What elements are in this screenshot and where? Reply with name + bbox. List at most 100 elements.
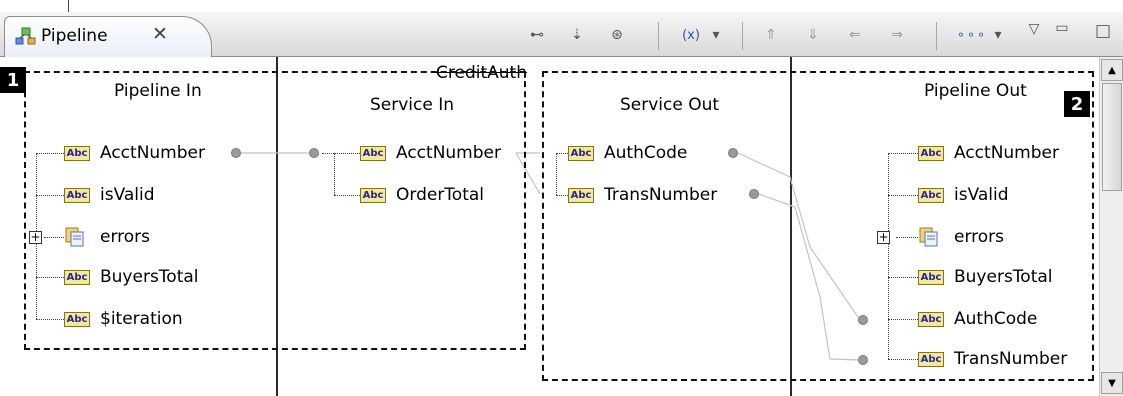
tree-connector	[556, 195, 568, 196]
view-menu-icon[interactable]: ▽	[1024, 18, 1044, 40]
string-type-icon: Abc	[64, 269, 90, 285]
minimize-icon[interactable]: ▭	[1052, 17, 1072, 39]
string-type-icon: Abc	[918, 187, 944, 203]
toolbar-separator	[936, 22, 937, 50]
field-label: AuthCode	[604, 143, 688, 163]
document-list-icon	[65, 227, 84, 247]
tree-connector	[556, 153, 557, 195]
field-label: OrderTotal	[396, 185, 485, 205]
pipeline-out-field[interactable]: Abc AcctNumber	[918, 141, 1059, 165]
toolbar-separator	[658, 22, 659, 50]
toolbar-separator	[742, 22, 743, 50]
pipeline-in-field[interactable]: Abc AcctNumber	[64, 141, 205, 165]
document-list-icon	[919, 227, 938, 247]
field-label: errors	[100, 227, 151, 247]
pipeline-in-field[interactable]: Abc isValid	[64, 183, 155, 207]
field-label: TransNumber	[604, 185, 718, 205]
service-out-heading: Service Out	[620, 95, 720, 115]
tree-connector	[36, 277, 64, 278]
tree-connector	[36, 195, 64, 196]
link-port[interactable]	[309, 148, 319, 158]
link-port[interactable]	[858, 315, 868, 325]
tree-connector	[556, 153, 568, 154]
transformer-icon[interactable]: (x)	[676, 24, 706, 46]
drop-icon[interactable]: ⊛	[606, 24, 628, 46]
pipeline-editor-panel: CreditAuth 1 Pipeline In Abc AcctNumber …	[0, 57, 1123, 396]
link-port[interactable]	[728, 148, 738, 158]
field-label: BuyersTotal	[100, 267, 199, 287]
pipeline-out-heading: Pipeline Out	[924, 81, 1027, 101]
maximize-icon[interactable]: □	[1092, 20, 1114, 42]
scroll-thumb[interactable]	[1102, 83, 1122, 191]
string-type-icon: Abc	[64, 187, 90, 203]
string-type-icon: Abc	[918, 145, 944, 161]
service-in-field[interactable]: Abc AcctNumber	[360, 141, 501, 165]
string-type-icon: Abc	[360, 187, 386, 203]
service-in-heading: Service In	[370, 95, 455, 115]
field-label: isValid	[100, 185, 155, 205]
tree-connector	[322, 153, 334, 154]
link-port[interactable]	[231, 148, 241, 158]
tree-connector	[888, 277, 918, 278]
shift-up-icon[interactable]: ⇑	[760, 24, 782, 46]
tree-connector	[888, 153, 889, 359]
string-type-icon: Abc	[918, 311, 944, 327]
pipeline-in-field[interactable]: errors	[64, 225, 150, 249]
pipeline-out-field[interactable]: Abc TransNumber	[918, 347, 1067, 371]
vertical-scrollbar[interactable]: ▲ ▼	[1099, 57, 1123, 396]
tree-connector	[334, 153, 335, 195]
link-port[interactable]	[858, 355, 868, 365]
pipeline-out-field[interactable]: Abc AuthCode	[918, 307, 1037, 331]
tree-connector	[888, 359, 918, 360]
link-port[interactable]	[749, 189, 759, 199]
field-label: AcctNumber	[954, 143, 1059, 163]
marker-1: 1	[0, 67, 26, 93]
string-type-icon: Abc	[918, 351, 944, 367]
map-value-icon[interactable]: ⇣	[566, 24, 588, 46]
tree-connector	[896, 237, 918, 238]
tree-connector	[44, 237, 64, 238]
string-type-icon: Abc	[918, 269, 944, 285]
tree-connector	[888, 319, 918, 320]
service-out-field[interactable]: Abc AuthCode	[568, 141, 687, 165]
shift-left-icon[interactable]: ⇐	[844, 24, 866, 46]
field-label: AuthCode	[954, 309, 1038, 329]
tree-connector	[36, 153, 64, 154]
scroll-up-icon[interactable]: ▲	[1101, 59, 1123, 81]
string-type-icon: Abc	[64, 311, 90, 327]
string-type-icon: Abc	[64, 145, 90, 161]
marker-2: 2	[1064, 91, 1090, 117]
field-label: errors	[954, 227, 1005, 247]
expand-icon[interactable]: +	[877, 231, 890, 244]
layout-icon[interactable]: ⚬⚬⚬	[954, 24, 988, 46]
tab-title: Pipeline	[41, 26, 108, 46]
pipeline-out-field[interactable]: Abc isValid	[918, 183, 1009, 207]
link-icon[interactable]: ⊷	[526, 24, 548, 46]
shift-right-icon[interactable]: ⇒	[886, 24, 908, 46]
scroll-down-icon[interactable]: ▼	[1101, 372, 1123, 394]
pipeline-in-field[interactable]: Abc BuyersTotal	[64, 265, 199, 289]
string-type-icon: Abc	[360, 145, 386, 161]
field-label: $iteration	[100, 309, 183, 329]
pipeline-in-heading: Pipeline In	[114, 81, 202, 101]
dropdown-arrow-icon[interactable]: ▾	[990, 24, 1006, 46]
expand-icon[interactable]: +	[29, 231, 42, 244]
pipeline-out-field[interactable]: errors	[918, 225, 1004, 249]
tree-connector	[334, 153, 360, 154]
service-in-field[interactable]: Abc OrderTotal	[360, 183, 484, 207]
service-out-field[interactable]: Abc TransNumber	[568, 183, 717, 207]
tree-connector	[888, 195, 918, 196]
string-type-icon: Abc	[568, 187, 594, 203]
field-label: TransNumber	[954, 349, 1068, 369]
tree-connector	[334, 195, 360, 196]
tab-pipeline[interactable]: Pipeline ✕	[4, 16, 212, 57]
pipeline-in-field[interactable]: Abc $iteration	[64, 307, 183, 331]
editor-tab-bar: Pipeline ✕ ⊷ ⇣ ⊛ (x) ▾ ⇑ ⇓ ⇐ ⇒ ⚬⚬⚬ ▾ ▽ ▭…	[0, 12, 1123, 57]
tab-indicator-line	[68, 0, 69, 12]
tree-connector	[888, 153, 918, 154]
close-icon[interactable]: ✕	[152, 23, 168, 45]
shift-down-icon[interactable]: ⇓	[802, 24, 824, 46]
pipeline-out-field[interactable]: Abc BuyersTotal	[918, 265, 1053, 289]
field-label: AcctNumber	[100, 143, 205, 163]
dropdown-arrow-icon[interactable]: ▾	[708, 24, 724, 46]
